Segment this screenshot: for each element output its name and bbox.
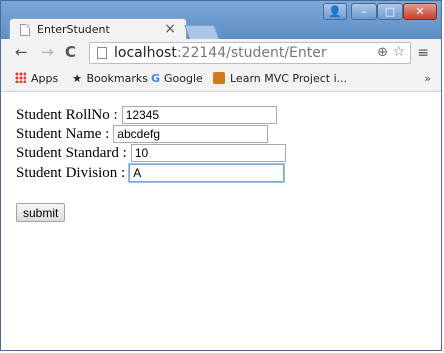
page-info-icon[interactable] — [97, 47, 107, 59]
division-input[interactable] — [129, 164, 285, 182]
star-icon[interactable]: ☆ — [392, 44, 405, 60]
mvc-site-icon — [213, 72, 225, 84]
bookmark-mvc[interactable]: Learn MVC Project i... — [213, 72, 347, 85]
division-row: Student Division : — [16, 164, 285, 182]
menu-icon[interactable]: ≡ — [417, 45, 429, 61]
toolbar: ← → C localhost:22144/student/Enter ⊕ ☆ … — [1, 39, 441, 67]
page-icon — [20, 24, 30, 36]
bookmark-apps[interactable]: Apps — [15, 72, 58, 85]
standard-row: Student Standard : — [16, 144, 286, 162]
forward-icon[interactable]: → — [41, 44, 54, 60]
back-icon[interactable]: ← — [15, 44, 28, 60]
minimize-button[interactable]: – — [351, 3, 377, 20]
browser-window: EnterStudent × 👤 – □ ✕ ← → C localhost:2… — [0, 0, 442, 351]
url-path: :22144/student/Enter — [176, 45, 327, 61]
bookmark-apps-label: Apps — [31, 72, 59, 85]
name-row: Student Name : — [16, 125, 269, 143]
name-label: Student Name : — [16, 125, 110, 142]
rollno-label: Student RollNo : — [16, 106, 118, 123]
apps-grid-icon — [15, 72, 26, 83]
bookmark-google-label: Google — [164, 72, 203, 85]
tab-title: EnterStudent — [37, 23, 110, 36]
rollno-input[interactable] — [121, 106, 277, 124]
division-label: Student Division : — [16, 164, 126, 181]
bookmark-google[interactable]: G Google — [151, 72, 203, 85]
url-text[interactable]: localhost:22144/student/Enter — [114, 45, 327, 61]
new-tab-button[interactable] — [184, 25, 220, 40]
bookmark-mvc-label: Learn MVC Project i... — [230, 72, 348, 85]
bookmark-bookmarks-label: Bookmarks — [86, 72, 148, 85]
close-window-button[interactable]: ✕ — [403, 3, 437, 20]
submit-button[interactable]: submit — [16, 203, 66, 222]
reload-icon[interactable]: C — [65, 44, 76, 60]
zoom-icon[interactable]: ⊕ — [377, 45, 388, 60]
bookmark-bookmarks[interactable]: ★ Bookmarks — [71, 72, 148, 85]
google-icon: G — [151, 72, 161, 85]
browser-tab[interactable]: EnterStudent × — [9, 18, 187, 40]
star-bookmark-icon: ★ — [72, 72, 82, 85]
name-input[interactable] — [113, 125, 269, 143]
maximize-button[interactable]: □ — [377, 3, 403, 20]
page-content: Student RollNo : Student Name : Student … — [1, 92, 441, 350]
close-tab-icon[interactable]: × — [164, 21, 176, 37]
standard-label: Student Standard : — [16, 144, 127, 161]
title-bar: EnterStudent × 👤 – □ ✕ — [1, 1, 441, 40]
bookmarks-bar: Apps ★ Bookmarks G Google Learn MVC Proje… — [1, 67, 441, 92]
rollno-row: Student RollNo : — [16, 106, 277, 124]
standard-input[interactable] — [130, 144, 286, 162]
url-host: localhost — [114, 45, 177, 61]
user-button[interactable]: 👤 — [323, 3, 347, 20]
address-bar[interactable]: localhost:22144/student/Enter ⊕ ☆ — [89, 42, 411, 64]
more-bookmarks-icon[interactable]: » — [424, 72, 431, 85]
